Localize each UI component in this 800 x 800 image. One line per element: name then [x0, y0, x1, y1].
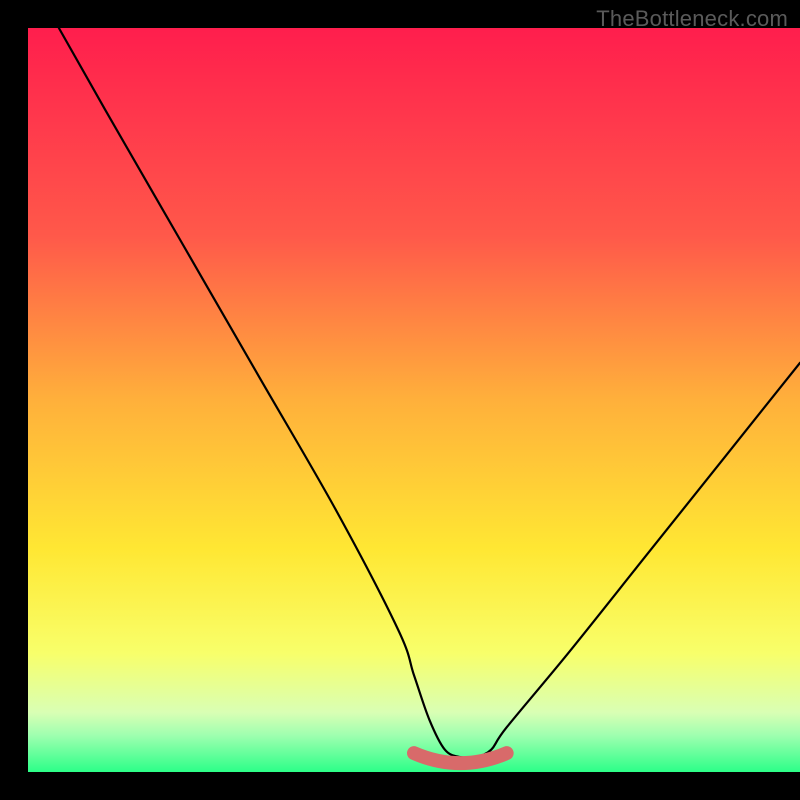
watermark-text: TheBottleneck.com	[596, 6, 788, 32]
plot-background	[28, 28, 800, 772]
bottleneck-chart	[0, 0, 800, 800]
